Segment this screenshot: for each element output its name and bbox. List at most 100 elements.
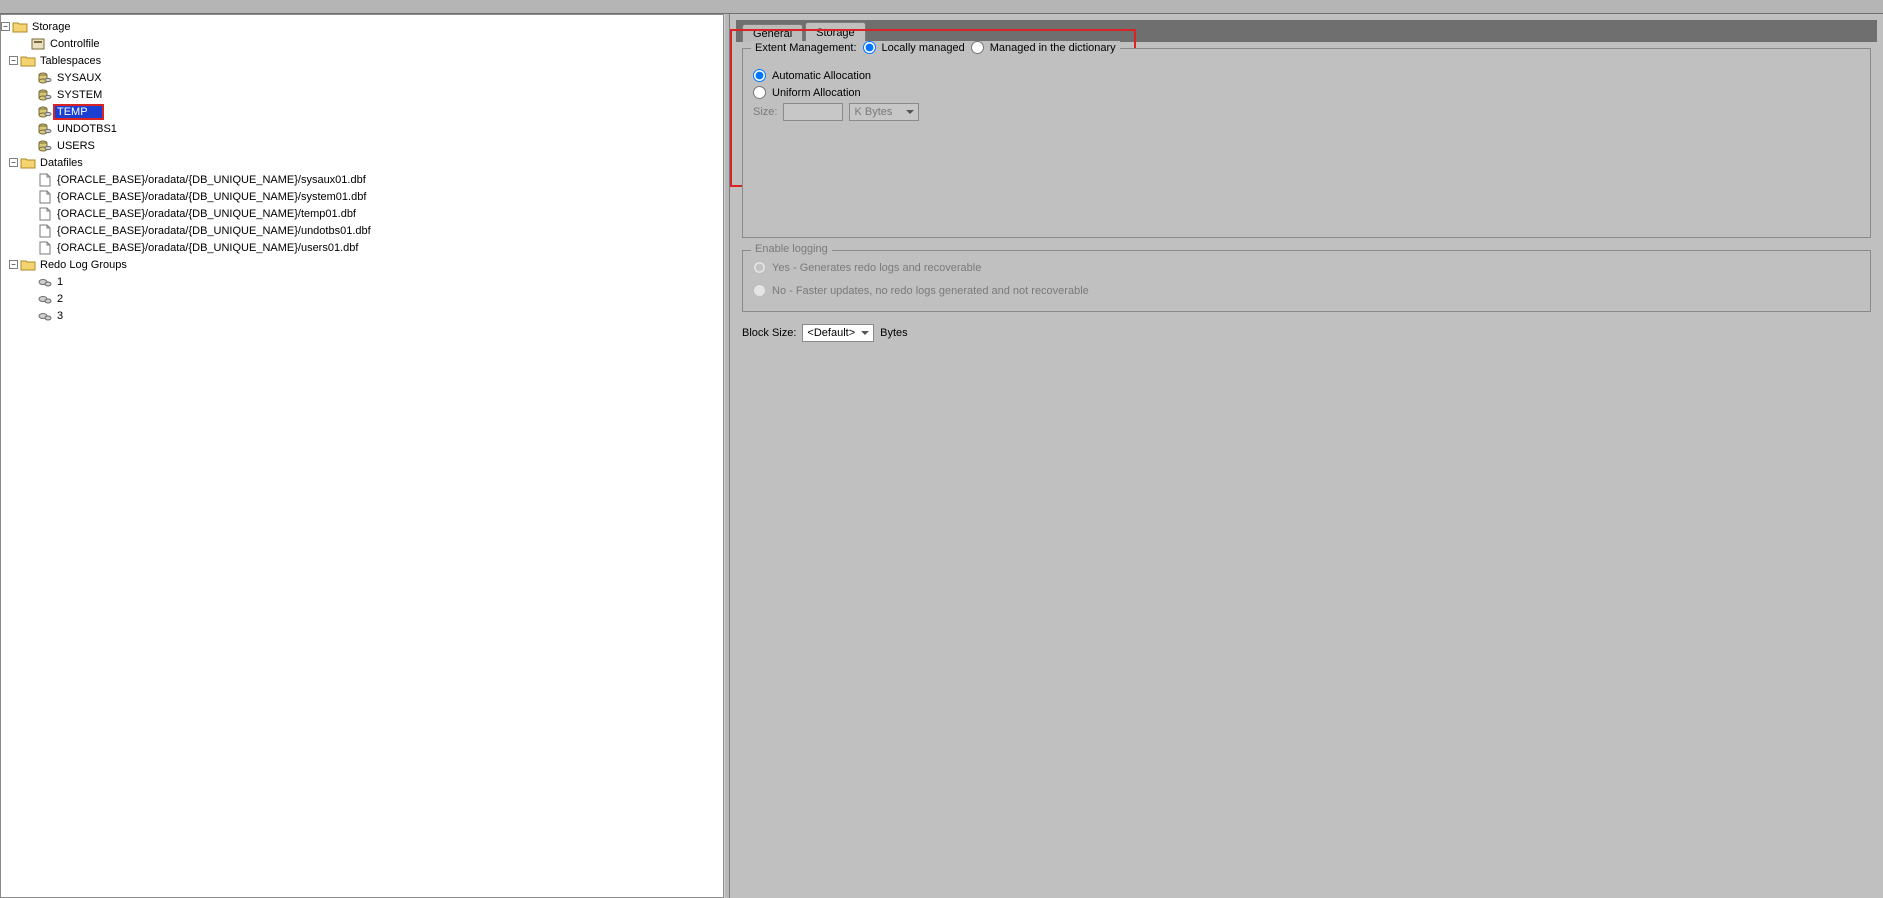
tree-node-storage[interactable]: − Storage	[1, 18, 723, 35]
tree-label: {ORACLE_BASE}/oradata/{DB_UNIQUE_NAME}/u…	[55, 225, 373, 237]
main-split: − Storage Controlfile	[0, 14, 1883, 898]
datafile-icon	[37, 207, 53, 221]
spacer	[19, 39, 28, 48]
tree-pane: − Storage Controlfile	[0, 14, 724, 898]
extent-legend: Extent Management:	[755, 42, 857, 54]
tree-node-redo[interactable]: 3	[1, 307, 723, 324]
radio-input[interactable]	[753, 69, 766, 82]
tree-node-users[interactable]: USERS	[1, 137, 723, 154]
combo-value: K Bytes	[854, 106, 892, 118]
tablespace-icon	[37, 139, 53, 153]
app-window: − Storage Controlfile	[0, 0, 1883, 898]
tab-general[interactable]: General	[742, 24, 803, 42]
radio-locally-managed[interactable]: Locally managed	[863, 41, 965, 54]
block-size-label: Block Size:	[742, 327, 796, 339]
tablespace-icon	[37, 105, 53, 119]
datafile-icon	[37, 173, 53, 187]
tab-content-storage: Extent Management: Locally managed Manag…	[736, 42, 1877, 892]
radio-label: Uniform Allocation	[772, 87, 861, 99]
tree-node-datafile[interactable]: {ORACLE_BASE}/oradata/{DB_UNIQUE_NAME}/u…	[1, 239, 723, 256]
tree-node-datafile[interactable]: {ORACLE_BASE}/oradata/{DB_UNIQUE_NAME}/u…	[1, 222, 723, 239]
logging-legend: Enable logging	[751, 243, 832, 255]
tree-label: Controlfile	[48, 38, 102, 50]
tablespace-icon	[37, 122, 53, 136]
tree-node-redolog[interactable]: − Redo Log Groups	[1, 256, 723, 273]
redolog-icon	[37, 309, 53, 323]
tree-label-selected: TEMP	[53, 104, 104, 120]
collapse-icon[interactable]: −	[9, 56, 18, 65]
datafile-icon	[37, 241, 53, 255]
collapse-icon[interactable]: −	[9, 158, 18, 167]
tree-node-datafile[interactable]: {ORACLE_BASE}/oradata/{DB_UNIQUE_NAME}/s…	[1, 188, 723, 205]
radio-input[interactable]	[863, 41, 876, 54]
radio-input	[753, 284, 766, 297]
radio-logging-yes: Yes - Generates redo logs and recoverabl…	[753, 261, 1860, 274]
tab-strip: General Storage	[736, 20, 1877, 42]
folder-icon	[20, 156, 36, 170]
tab-label: General	[753, 28, 792, 40]
tree-node-undotbs1[interactable]: UNDOTBS1	[1, 120, 723, 137]
block-size-row: Block Size: <Default> Bytes	[742, 324, 1871, 342]
tablespace-icon	[37, 71, 53, 85]
radio-label: No - Faster updates, no redo logs genera…	[772, 285, 1089, 297]
storage-tree: − Storage Controlfile	[1, 18, 723, 324]
folder-icon	[20, 258, 36, 272]
radio-input[interactable]	[753, 86, 766, 99]
folder-icon	[12, 20, 28, 34]
collapse-icon[interactable]: −	[9, 260, 18, 269]
tree-node-datafile[interactable]: {ORACLE_BASE}/oradata/{DB_UNIQUE_NAME}/s…	[1, 171, 723, 188]
tree-node-temp[interactable]: TEMP	[1, 103, 723, 120]
details-pane: General Storage Extent Management: Local…	[730, 14, 1883, 898]
radio-label: Managed in the dictionary	[990, 42, 1116, 54]
radio-label: Yes - Generates redo logs and recoverabl…	[772, 262, 981, 274]
radio-label: Locally managed	[882, 42, 965, 54]
tree-label: {ORACLE_BASE}/oradata/{DB_UNIQUE_NAME}/u…	[55, 242, 360, 254]
tree-label: Datafiles	[38, 157, 85, 169]
tree-label: USERS	[55, 140, 97, 152]
tree-node-redo[interactable]: 2	[1, 290, 723, 307]
tree-node-tablespaces[interactable]: − Tablespaces	[1, 52, 723, 69]
tree-label: SYSAUX	[55, 72, 104, 84]
redolog-icon	[37, 275, 53, 289]
tree-node-datafiles[interactable]: − Datafiles	[1, 154, 723, 171]
enable-logging-group: Enable logging Yes - Generates redo logs…	[742, 250, 1871, 312]
tree-label: {ORACLE_BASE}/oradata/{DB_UNIQUE_NAME}/t…	[55, 208, 358, 220]
radio-automatic-allocation[interactable]: Automatic Allocation	[753, 69, 1860, 82]
tree-label: 3	[55, 310, 65, 322]
uniform-size-row: Size: K Bytes	[753, 103, 1860, 121]
radio-input[interactable]	[971, 41, 984, 54]
tablespace-icon	[37, 88, 53, 102]
radio-dictionary-managed[interactable]: Managed in the dictionary	[971, 41, 1116, 54]
tree-label: 1	[55, 276, 65, 288]
tree-label: SYSTEM	[55, 89, 104, 101]
redolog-icon	[37, 292, 53, 306]
datafile-icon	[37, 190, 53, 204]
tree-node-controlfile[interactable]: Controlfile	[1, 35, 723, 52]
tree-node-sysaux[interactable]: SYSAUX	[1, 69, 723, 86]
radio-label: Automatic Allocation	[772, 70, 871, 82]
block-size-unit: Bytes	[880, 327, 908, 339]
tree-node-redo[interactable]: 1	[1, 273, 723, 290]
size-label: Size:	[753, 106, 777, 118]
folder-icon	[20, 54, 36, 68]
tree-label: {ORACLE_BASE}/oradata/{DB_UNIQUE_NAME}/s…	[55, 191, 368, 203]
tab-label: Storage	[816, 27, 855, 39]
tree-label: 2	[55, 293, 65, 305]
extent-management-group: Extent Management: Locally managed Manag…	[742, 48, 1871, 238]
radio-logging-no: No - Faster updates, no redo logs genera…	[753, 284, 1860, 297]
tree-label: Redo Log Groups	[38, 259, 129, 271]
controlfile-icon	[30, 37, 46, 51]
size-input	[783, 103, 843, 121]
size-unit-combo: K Bytes	[849, 103, 919, 121]
tree-label: {ORACLE_BASE}/oradata/{DB_UNIQUE_NAME}/s…	[55, 174, 368, 186]
tree-label: UNDOTBS1	[55, 123, 119, 135]
radio-uniform-allocation[interactable]: Uniform Allocation	[753, 86, 1860, 99]
radio-input	[753, 261, 766, 274]
combo-value: <Default>	[807, 327, 855, 339]
titlebar	[0, 0, 1883, 14]
tab-storage[interactable]: Storage	[805, 22, 866, 42]
tree-node-datafile[interactable]: {ORACLE_BASE}/oradata/{DB_UNIQUE_NAME}/t…	[1, 205, 723, 222]
block-size-combo[interactable]: <Default>	[802, 324, 874, 342]
tree-node-system[interactable]: SYSTEM	[1, 86, 723, 103]
collapse-icon[interactable]: −	[1, 22, 10, 31]
